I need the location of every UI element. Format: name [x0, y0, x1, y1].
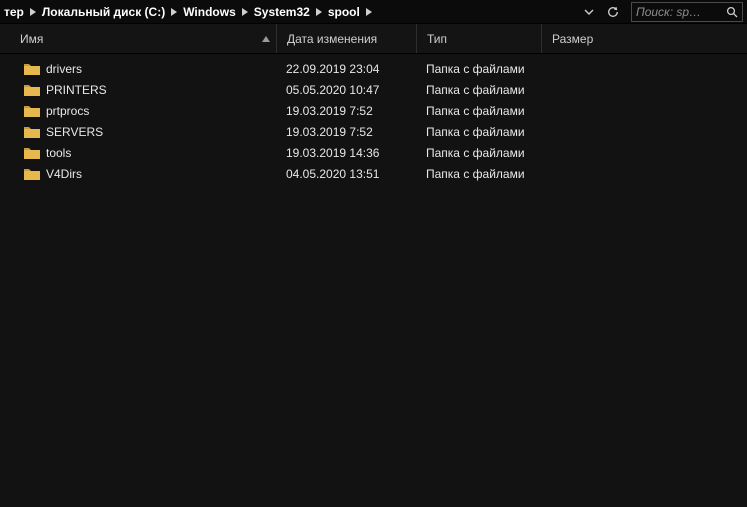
file-row[interactable]: tools 19.03.2019 14:36Папка с файлами: [0, 142, 747, 163]
file-list: drivers22.09.2019 23:04Папка с файламиPR…: [0, 54, 747, 184]
breadcrumb-item[interactable]: Локальный диск (C:): [40, 5, 167, 19]
breadcrumb-item[interactable]: System32: [252, 5, 312, 19]
column-header-label: Имя: [20, 32, 43, 46]
file-name: PRINTERS: [46, 83, 270, 97]
breadcrumb: тер Локальный диск (C:) Windows System32…: [0, 5, 577, 19]
address-bar-buttons: [577, 4, 625, 20]
file-name: SERVERS: [46, 125, 270, 139]
file-name: tools: [46, 146, 270, 160]
file-type: Папка с файлами: [416, 104, 541, 118]
file-type: Папка с файлами: [416, 83, 541, 97]
folder-icon: [24, 125, 40, 139]
file-type: Папка с файлами: [416, 125, 541, 139]
column-header-label: Тип: [427, 32, 447, 46]
column-header-size[interactable]: Размер: [541, 24, 716, 53]
chevron-right-icon[interactable]: [312, 8, 326, 16]
column-header-date[interactable]: Дата изменения: [276, 24, 416, 53]
folder-icon: [24, 104, 40, 118]
folder-icon: [24, 83, 40, 97]
column-header-type[interactable]: Тип: [416, 24, 541, 53]
column-header-label: Дата изменения: [287, 32, 377, 46]
breadcrumb-item[interactable]: spool: [326, 5, 362, 19]
column-headers: Имя Дата изменения Тип Размер: [0, 24, 747, 54]
file-date: 19.03.2019 14:36: [276, 146, 416, 160]
file-type: Папка с файлами: [416, 62, 541, 76]
search-input[interactable]: [636, 5, 722, 19]
file-date: 19.03.2019 7:52: [276, 104, 416, 118]
breadcrumb-item[interactable]: Windows: [181, 5, 238, 19]
search-box[interactable]: [631, 2, 743, 22]
chevron-right-icon[interactable]: [167, 8, 181, 16]
chevron-right-icon[interactable]: [238, 8, 252, 16]
file-type: Папка с файлами: [416, 167, 541, 181]
folder-icon: [24, 62, 40, 76]
history-dropdown-icon[interactable]: [581, 4, 597, 20]
folder-icon: [24, 146, 40, 160]
file-row[interactable]: SERVERS 19.03.2019 7:52Папка с файлами: [0, 121, 747, 142]
breadcrumb-item[interactable]: тер: [2, 5, 26, 19]
address-bar: тер Локальный диск (C:) Windows System32…: [0, 0, 747, 24]
search-icon[interactable]: [726, 6, 738, 18]
folder-icon: [24, 167, 40, 181]
file-name: drivers: [46, 62, 270, 76]
column-header-label: Размер: [552, 32, 593, 46]
file-row[interactable]: prtprocs 19.03.2019 7:52Папка с файлами: [0, 100, 747, 121]
file-row[interactable]: PRINTERS 05.05.2020 10:47Папка с файлами: [0, 79, 747, 100]
file-type: Папка с файлами: [416, 146, 541, 160]
file-date: 04.05.2020 13:51: [276, 167, 416, 181]
file-row[interactable]: V4Dirs 04.05.2020 13:51Папка с файлами: [0, 163, 747, 184]
chevron-right-icon[interactable]: [26, 8, 40, 16]
sort-indicator-icon: [262, 36, 270, 42]
file-name: V4Dirs: [46, 167, 270, 181]
file-date: 22.09.2019 23:04: [276, 62, 416, 76]
file-row[interactable]: drivers 22.09.2019 23:04Папка с файлами: [0, 58, 747, 79]
chevron-right-icon[interactable]: [362, 8, 376, 16]
refresh-icon[interactable]: [605, 4, 621, 20]
column-header-name[interactable]: Имя: [0, 24, 276, 53]
file-name: prtprocs: [46, 104, 270, 118]
file-date: 19.03.2019 7:52: [276, 125, 416, 139]
file-date: 05.05.2020 10:47: [276, 83, 416, 97]
